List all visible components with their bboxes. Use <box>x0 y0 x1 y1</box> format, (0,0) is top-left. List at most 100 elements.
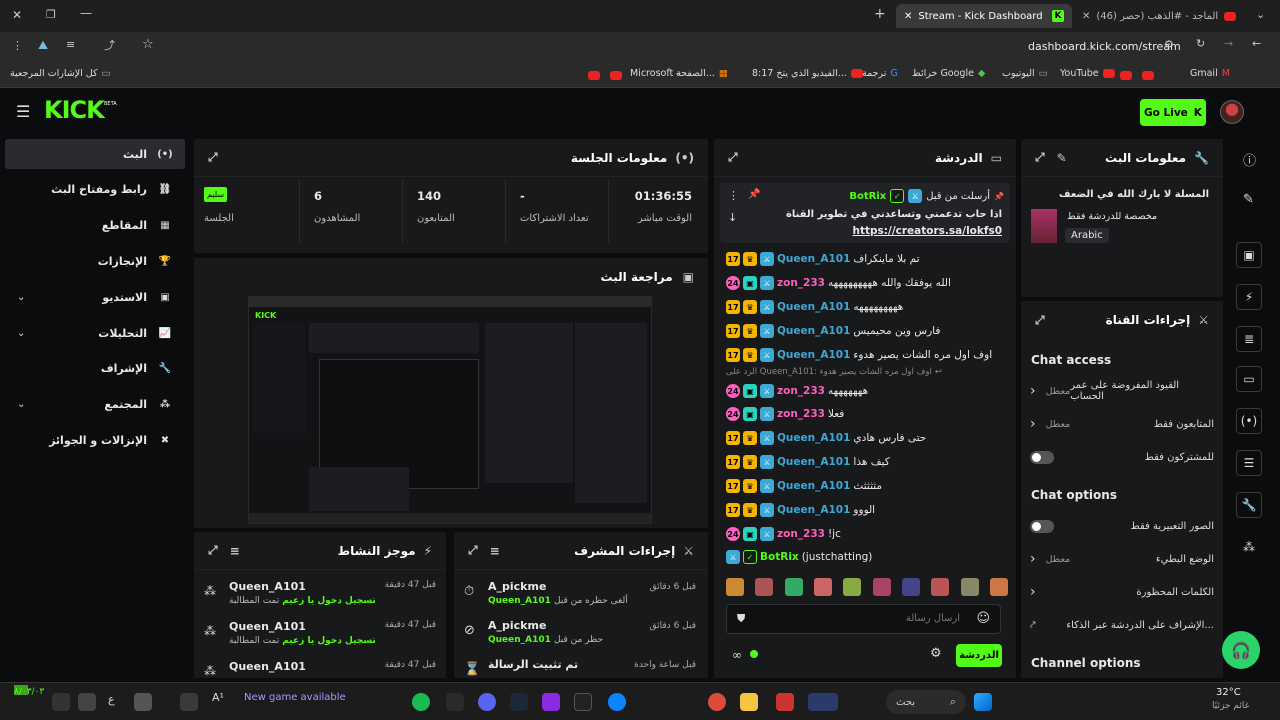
edit-icon[interactable]: ✎ <box>1057 151 1067 165</box>
youtube-icon[interactable] <box>1142 71 1154 80</box>
keyboard-lang-icon[interactable]: ع <box>108 693 115 706</box>
go-live-button[interactable]: Go Live K <box>1140 99 1206 126</box>
chat-username[interactable]: BotRix <box>760 551 799 563</box>
discord-icon[interactable] <box>478 693 496 711</box>
windows-start-icon[interactable] <box>974 693 992 711</box>
bookmark-video[interactable]: 8:17 الفيديو الذي يتخ... <box>752 68 863 79</box>
expand-icon[interactable]: ⤢ <box>1035 150 1045 165</box>
back-icon[interactable]: ← <box>1252 37 1261 50</box>
emote-icon[interactable] <box>843 578 862 596</box>
restore-window-icon[interactable]: ❐ <box>46 8 56 21</box>
taskbar-app-icon[interactable] <box>134 693 152 711</box>
send-chat-button[interactable]: الدردشة <box>956 644 1002 667</box>
site-settings-icon[interactable]: ⚙ <box>1164 38 1174 51</box>
broadcast-widget-icon[interactable]: (•) <box>1236 408 1262 434</box>
activity-item[interactable]: ⁂ Queen_A101 قبل 47 دقيقة تمت المطالبة تسجيل… <box>194 616 446 654</box>
shield-icon[interactable]: ⛊ <box>737 612 745 626</box>
channel-action-row[interactable]: › معطل القيود المفروضة على عمر الحساب <box>1030 378 1214 404</box>
bookmark-maps[interactable]: خرائط Google ◆ <box>912 68 985 79</box>
stack-widget-icon[interactable]: ☰ <box>1236 450 1262 476</box>
taskbar-app-icon[interactable] <box>78 693 96 711</box>
chevron-right-icon[interactable]: › <box>1030 383 1036 399</box>
youtube-icon[interactable] <box>588 71 600 80</box>
chat-message[interactable]: حتى فارس هادي Queen_A101 ⚔ ♛ 17 <box>726 427 1008 449</box>
emote-icon[interactable] <box>872 578 891 596</box>
minimize-window-icon[interactable]: — <box>80 6 92 20</box>
expand-icon[interactable]: ⤢ <box>1035 313 1045 328</box>
toggle-switch[interactable] <box>1030 519 1054 533</box>
chat-username[interactable]: Queen_A101 <box>777 456 850 468</box>
taskbar-app-icon[interactable] <box>52 693 70 711</box>
sidebar-item[interactable]: الإنزالات و الجوائز ✖ <box>5 425 185 455</box>
tab-kick-dashboard[interactable]: ✕ Stream - Kick Dashboard K <box>896 4 1072 28</box>
chevron-down-icon[interactable]: ⌄ <box>17 328 25 339</box>
external-link-icon[interactable]: ⤤ <box>1030 620 1036 631</box>
scroll-down-icon[interactable]: ↓ <box>728 211 737 224</box>
youtube-icon[interactable] <box>610 71 622 80</box>
file-explorer-icon[interactable] <box>740 693 758 711</box>
infinity-icon[interactable]: ∞ <box>732 648 742 662</box>
sidebar-item[interactable]: الإنجازات 🏆 <box>5 246 185 276</box>
chat-message[interactable]: فعلا zon_233 ⚔ ▣ 24 <box>726 403 1008 425</box>
chat-message[interactable]: (justchatting) BotRix ✓ ⚔ <box>726 546 1008 568</box>
all-bookmarks[interactable]: كل الإشارات المرجعية ▭ <box>10 68 111 79</box>
sidebar-item[interactable]: الإشراف 🔧 <box>5 354 185 384</box>
taskbar-app-icon[interactable] <box>808 693 838 711</box>
chat-username[interactable]: Queen_A101 <box>777 349 850 361</box>
chat-message[interactable]: مثثثثث Queen_A101 ⚔ ♛ 17 <box>726 475 1008 497</box>
taskbar-app-icon[interactable] <box>446 693 464 711</box>
emote-icon[interactable] <box>901 578 920 596</box>
chat-username[interactable]: Queen_A101 <box>777 432 850 444</box>
chat-username[interactable]: zon_233 <box>777 277 825 289</box>
chat-message[interactable]: كيف هذا Queen_A101 ⚔ ♛ 17 <box>726 451 1008 473</box>
expand-icon[interactable]: ⤢ <box>208 150 218 165</box>
bookmark-page[interactable]: الصفحة... ▦ <box>676 68 728 79</box>
list-widget-icon[interactable]: ≣ <box>1236 326 1262 352</box>
chevron-down-icon[interactable]: ⌄ <box>17 399 25 410</box>
sidebar-item[interactable]: رابط ومفتاح البث ⛓ <box>5 175 185 205</box>
emote-icon[interactable] <box>784 578 803 596</box>
chat-message[interactable]: هههههههههه Queen_A101 ⚔ ♛ 17 <box>726 296 1008 318</box>
chat-message[interactable]: !jc zon_233 ⚔ ▣ 24 <box>726 523 1008 545</box>
wrench-widget-icon[interactable]: 🔧 <box>1236 492 1262 518</box>
tune-icon[interactable]: ≡ <box>66 38 75 51</box>
taskbar-app-icon[interactable] <box>776 693 794 711</box>
taskbar-app-icon[interactable] <box>542 693 560 711</box>
chat-message[interactable]: تم بلا ماينكراف Queen_A101 ⚔ ♛ 17 <box>726 248 1008 270</box>
edit-icon[interactable]: ✎ <box>1243 192 1254 207</box>
bookmark-youtube[interactable]: YouTube <box>1060 68 1115 79</box>
expand-icon[interactable]: ⤢ <box>468 543 478 558</box>
preview-widget-icon[interactable]: ▣ <box>1236 242 1262 268</box>
chat-message[interactable]: الرد على Queen_A101: اوف اول مره الشات ي… <box>726 365 1008 379</box>
bookmark-microsoft[interactable]: Microsoft – <box>630 68 681 79</box>
spotify-icon[interactable] <box>412 693 430 711</box>
expand-icon[interactable]: ⤢ <box>728 150 738 165</box>
youtube-icon[interactable] <box>1120 71 1132 80</box>
kick-taskbar-icon[interactable] <box>14 685 28 695</box>
sidebar-item[interactable]: المقاطع ▦ <box>5 211 185 241</box>
bookmark-youtube-ar[interactable]: اليوتيوب ▭ <box>1002 68 1048 79</box>
bookmark-translate[interactable]: ترجمة G <box>862 68 898 79</box>
channel-action-row[interactable]: ⤤ الإشراف على الدردشة عبر الذكاء... <box>1030 612 1214 638</box>
chevron-right-icon[interactable]: › <box>1030 551 1036 567</box>
emote-icon[interactable] <box>813 578 832 596</box>
chevron-right-icon[interactable]: › <box>1030 584 1036 600</box>
filter-icon[interactable]: ≡ <box>490 544 500 558</box>
channel-action-row[interactable]: › معطل الوضع البطيء <box>1030 546 1214 572</box>
taskbar-app-icon[interactable] <box>574 693 592 711</box>
channel-action-row[interactable]: الصور التعبيرية فقط <box>1030 513 1214 539</box>
channel-action-row[interactable]: › معطل المتابعون فقط <box>1030 411 1214 437</box>
sidebar-item[interactable]: ⌄ التحليلات 📈 <box>5 318 185 348</box>
lightning-widget-icon[interactable]: ⚡ <box>1236 284 1262 310</box>
edge-icon[interactable] <box>608 693 626 711</box>
share-icon[interactable]: ⤴ <box>104 37 115 53</box>
mod-action-item[interactable]: ⊘ A_pickme قبل 6 دقائق Queen_A101 حظر من قبل <box>454 615 708 653</box>
mod-action-item[interactable]: ⌛ تم تثبيت الرسالة قبل ساعة واحدة <box>454 654 708 678</box>
menu-dots-icon[interactable]: ⋮ <box>12 39 23 52</box>
kick-logo[interactable]: KICK <box>44 96 105 124</box>
sidebar-item[interactable]: ⌄ الاستديو ▣ <box>5 282 185 312</box>
url-field[interactable]: dashboard.kick.com/stream <box>1028 40 1181 53</box>
avatar[interactable] <box>1220 100 1244 124</box>
emoji-icon[interactable]: ☺ <box>976 611 990 626</box>
emote-icon[interactable] <box>931 578 950 596</box>
